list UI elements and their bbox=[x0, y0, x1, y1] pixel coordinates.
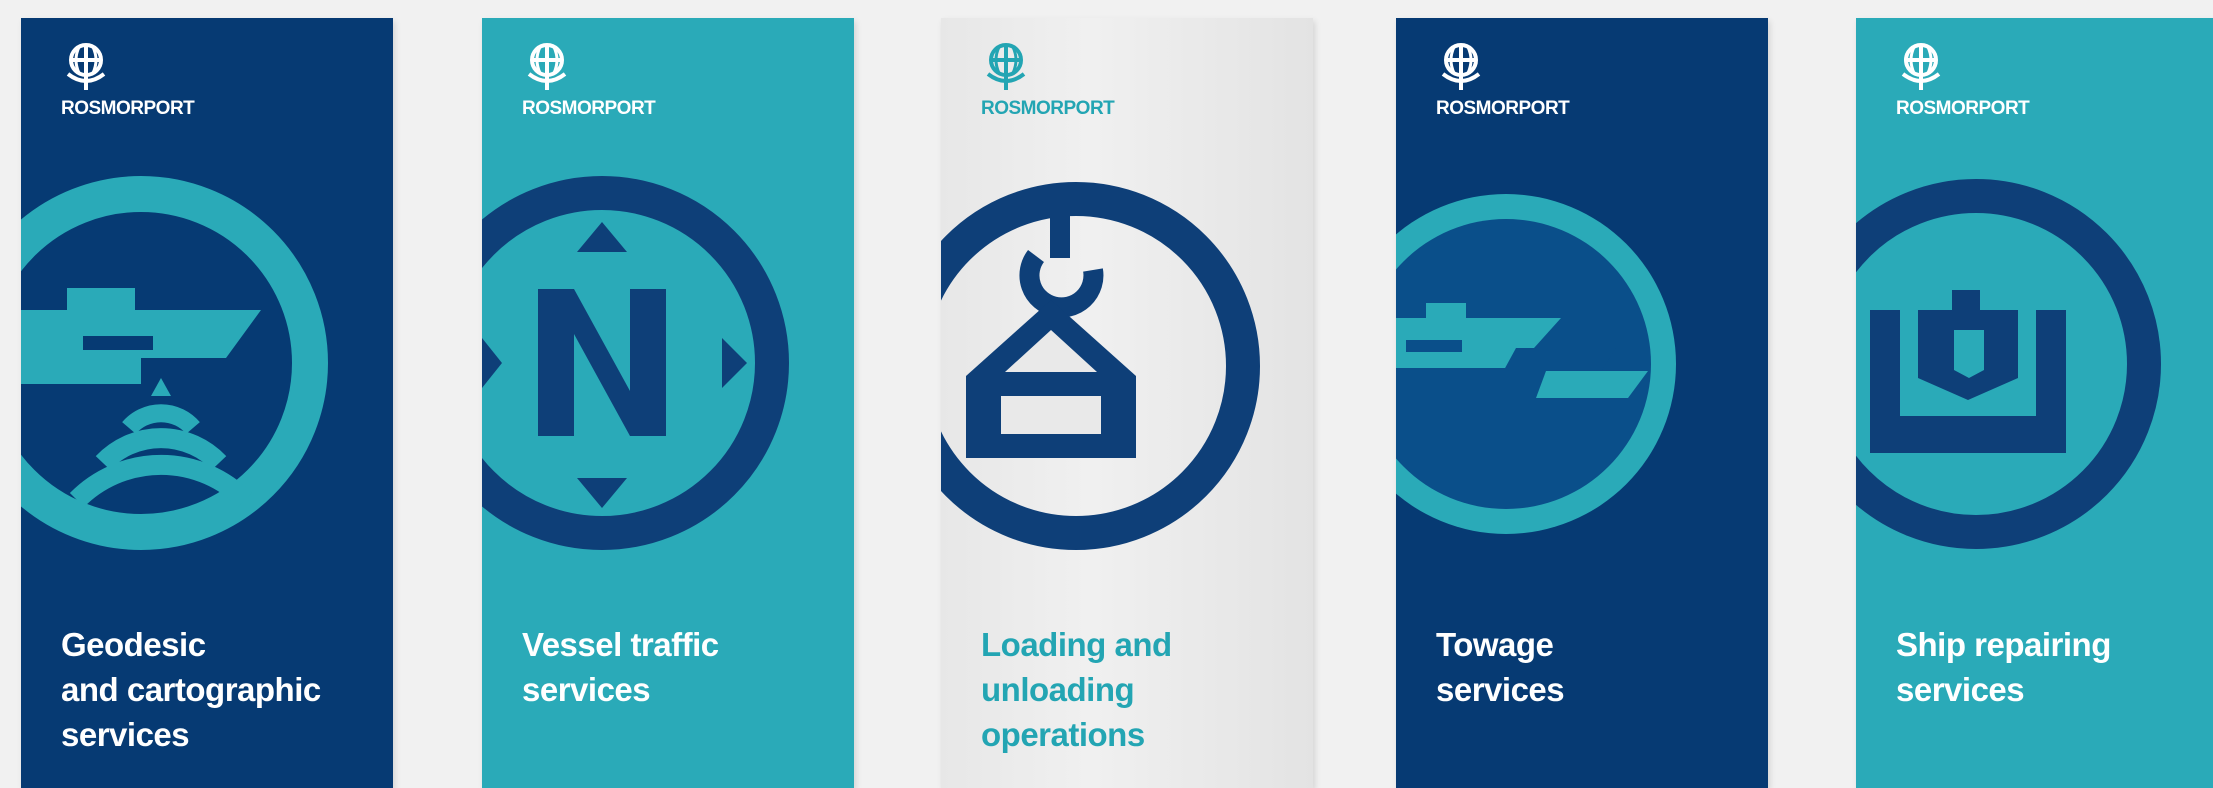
brochure-title: Geodesic and cartographic services bbox=[61, 626, 321, 753]
survey-ship-sonar-icon bbox=[21, 176, 328, 550]
brochure-title: Ship repairing services bbox=[1896, 626, 2111, 708]
brochure-geodesic: ROSMORPORT Geodesic and cartographic ser… bbox=[21, 18, 393, 788]
brochure-ship-repairing: ROSMORPORT Ship repairing services bbox=[1856, 18, 2213, 788]
crane-hook-cargo-icon bbox=[941, 182, 1260, 550]
brochure-title: Towage services bbox=[1436, 626, 1565, 708]
dry-dock-ship-icon bbox=[1856, 179, 2161, 549]
brochure-vessel-traffic: ROSMORPORT Vessel traffic services bbox=[482, 18, 854, 788]
brochure-towage: ROSMORPORT Towage services bbox=[1396, 18, 1768, 788]
brochure-title: Vessel traffic services bbox=[522, 626, 719, 708]
brochure-title: Loading and unloading operations bbox=[981, 626, 1172, 753]
tug-boat-icon bbox=[1396, 194, 1676, 534]
compass-north-icon bbox=[482, 176, 789, 550]
brochure-loading: ROSMORPORT Loading and unloading operati… bbox=[941, 18, 1313, 788]
